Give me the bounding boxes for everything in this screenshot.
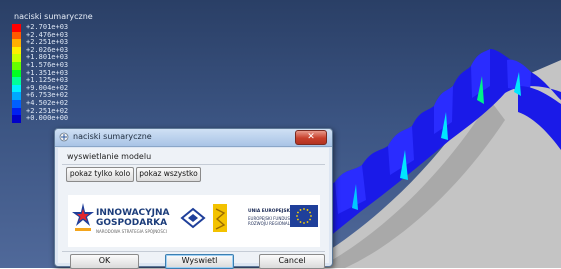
eu-flag-icon (290, 205, 318, 227)
legend-swatch (12, 69, 21, 78)
close-button[interactable]: ✕ (295, 130, 327, 145)
eu-star (309, 211, 311, 214)
legend-swatch (12, 39, 21, 47)
eu-star (296, 215, 298, 217)
legend-swatch (12, 77, 21, 85)
legend-swatch (12, 84, 21, 93)
show-all-button[interactable]: pokaz wszystko (136, 167, 201, 182)
eu-star (306, 221, 309, 223)
eu-star (306, 209, 309, 211)
legend-swatch (12, 31, 21, 40)
abaqus-app-icon (59, 132, 69, 142)
ok-button[interactable]: OK (70, 254, 139, 269)
innovation-title-line2: GOSPODARKA (96, 218, 168, 228)
display-button[interactable]: Wyswietl (165, 254, 234, 269)
legend-swatch (12, 107, 21, 116)
section-label: wyswietlanie modelu (67, 152, 152, 161)
close-icon: ✕ (307, 132, 315, 142)
naciski-dialog: naciski sumaryczne ✕ wyswietlanie modelu… (54, 128, 333, 269)
eu-star (303, 208, 305, 210)
innovation-title-line1: INNOWACYJNA (96, 208, 170, 218)
eu-star (310, 215, 312, 217)
legend-row: +0.000e+00 (6, 114, 96, 123)
dialog-titlebar[interactable]: naciski sumaryczne ✕ (55, 129, 332, 147)
cancel-button[interactable]: Cancel (259, 254, 325, 269)
show-wheel-only-button[interactable]: pokaz tylko kolo (66, 167, 134, 182)
eu-star (303, 222, 305, 224)
eu-title: UNIA EUROPEJSKA (248, 209, 294, 214)
legend-value: +0.000e+00 (26, 114, 69, 123)
legend-swatch (12, 92, 21, 100)
legend-swatch (12, 54, 21, 62)
legend-swatch (12, 115, 21, 123)
eu-star (299, 209, 302, 211)
eu-star (299, 221, 302, 223)
legend-swatch (12, 24, 21, 32)
eu-star (297, 211, 299, 214)
legend-swatch (12, 99, 21, 108)
innovation-subtitle: NARODOWA STRATEGIA SPÓJNOŚCI (96, 229, 167, 234)
separator (62, 164, 325, 165)
innowacyjna-gospodarka-logo (72, 203, 94, 231)
funding-logos-banner: INNOWACYJNA GOSPODARKA NARODOWA STRATEGI… (68, 195, 320, 247)
legend-swatch (12, 46, 21, 55)
separator (62, 251, 325, 252)
polska-logo (213, 204, 227, 232)
dialog-title: naciski sumaryczne (73, 132, 152, 141)
contour-legend: naciski sumaryczne +2.701e+03 +2.476e+03 +… (6, 12, 96, 123)
dialog-body: wyswietlanie modelu pokaz tylko kolo pok… (58, 148, 329, 269)
legend-title: naciski sumaryczne (14, 12, 93, 21)
legend-swatch (12, 61, 21, 70)
eu-star (297, 218, 299, 221)
university-logo (180, 207, 206, 229)
eu-star (309, 218, 311, 221)
